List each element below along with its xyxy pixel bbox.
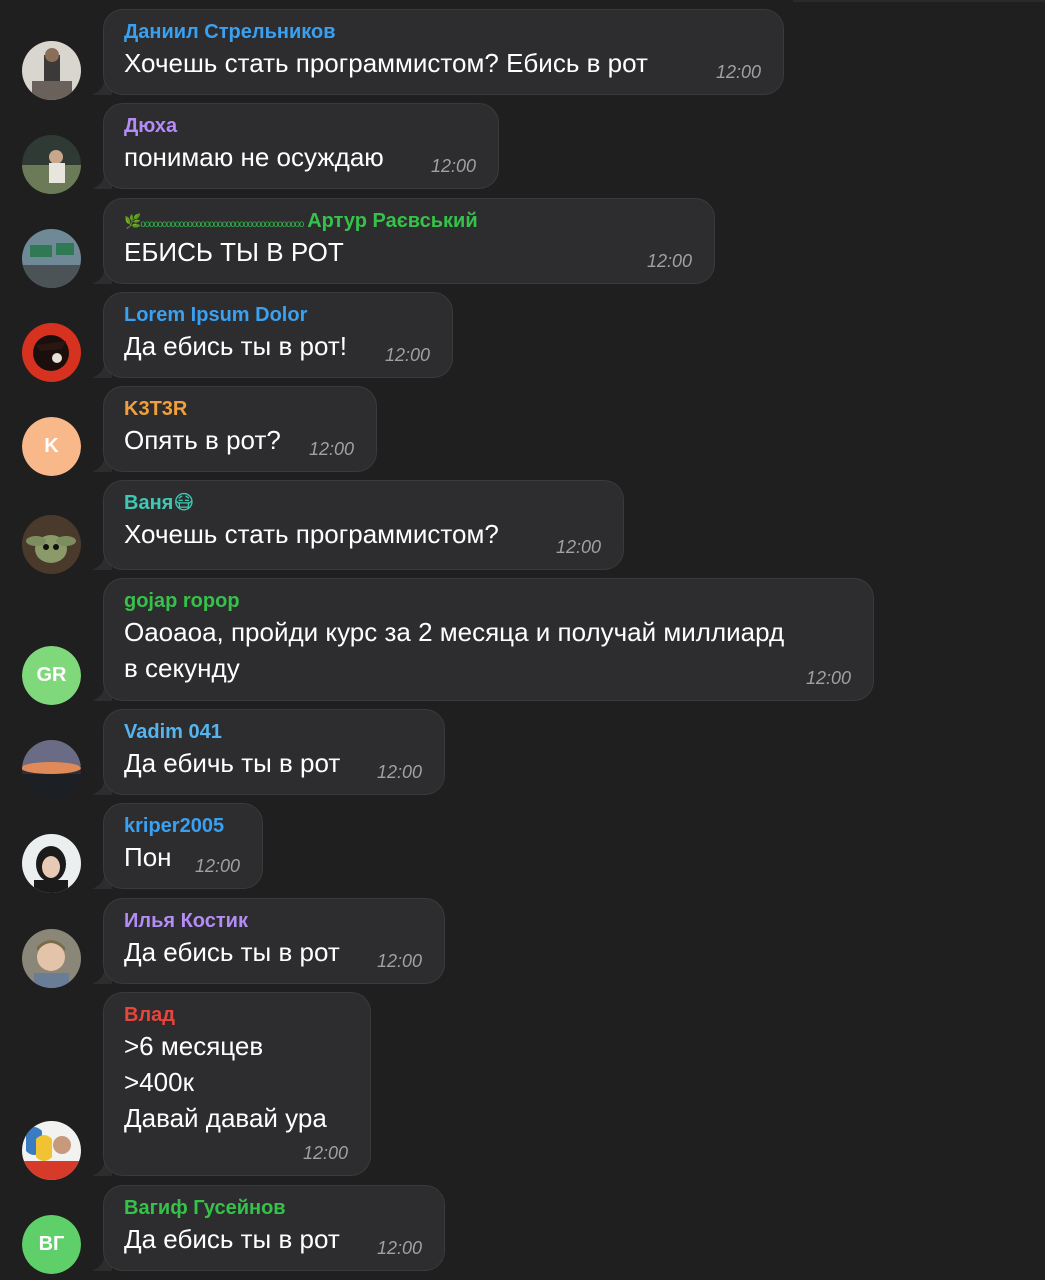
sender-name[interactable]: Ваня😷: [124, 492, 194, 514]
avatar-initials: GR: [22, 646, 81, 705]
message-timestamp: 12:00: [430, 156, 476, 176]
sender-name[interactable]: Влад: [124, 1004, 175, 1026]
avatar-photo: [22, 229, 81, 288]
avatar-photo: [22, 740, 81, 799]
message-timestamp: 12:00: [384, 345, 430, 365]
avatar[interactable]: K: [22, 417, 81, 476]
avatar-photo: [22, 323, 81, 382]
sender-row: gojap ropop: [124, 590, 853, 612]
sender-name[interactable]: gojap ropop: [124, 590, 240, 612]
sender-row: Vadim 041: [124, 721, 424, 743]
message-11-bubble[interactable]: Влад >6 месяцев >400к Давай давай ура 12:00: [103, 992, 371, 1176]
message-timestamp: 12:00: [308, 439, 354, 459]
sender-row: kriper2005: [124, 815, 242, 837]
message-text: Оаоаоа, пройди курс за 2 месяца и получа…: [124, 617, 785, 647]
message-timestamp: 12:00: [376, 951, 422, 971]
chat-view: Даниил Стрельников Хочешь стать программи…: [0, 0, 1045, 1280]
avatar-photo: [22, 135, 81, 194]
sender-row: Lorem Ipsum Dolor: [124, 304, 432, 326]
message-timestamp: 12:00: [376, 1238, 422, 1258]
message-9-bubble[interactable]: kriper2005 Пон 12:00: [103, 803, 263, 889]
message-timestamp: 12:00: [555, 537, 601, 557]
sender-name[interactable]: kriper2005: [124, 815, 224, 837]
message-timestamp: 12:00: [302, 1143, 348, 1163]
sender-name[interactable]: Илья Костик: [124, 910, 248, 932]
avatar[interactable]: [22, 740, 81, 799]
message-timestamp: 12:00: [376, 762, 422, 782]
sender-row: 🌿ₒₒₒₒₒₒₒₒₒₒₒₒₒₒₒₒₒₒₒₒₒₒₒₒₒₒₒₒₒₒₒₒₒₒₒₒₒₒ А…: [124, 210, 694, 232]
message-10-bubble[interactable]: Илья Костик Да ебись ты в рот 12:00: [103, 898, 445, 984]
message-1-bubble[interactable]: Даниил Стрельников Хочешь стать программи…: [103, 9, 784, 95]
message-3-bubble[interactable]: 🌿ₒₒₒₒₒₒₒₒₒₒₒₒₒₒₒₒₒₒₒₒₒₒₒₒₒₒₒₒₒₒₒₒₒₒₒₒₒₒ А…: [103, 198, 715, 284]
message-timestamp: 12:00: [805, 668, 851, 688]
avatar[interactable]: [22, 41, 81, 100]
sender-name[interactable]: K3T3R: [124, 398, 187, 420]
avatar-photo: [22, 41, 81, 100]
avatar-initials: ВГ: [22, 1215, 81, 1274]
sender-name[interactable]: Вагиф Гусейнов: [124, 1197, 286, 1219]
sender-name[interactable]: Даниил Стрельников: [124, 21, 336, 43]
avatar-photo: [22, 929, 81, 988]
sender-name-ornament: 🌿ₒₒₒₒₒₒₒₒₒₒₒₒₒₒₒₒₒₒₒₒₒₒₒₒₒₒₒₒₒₒₒₒₒₒₒₒₒₒ: [124, 212, 304, 229]
sender-name[interactable]: Vadim 041: [124, 721, 222, 743]
message-12-bubble[interactable]: Вагиф Гусейнов Да ебись ты в рот 12:00: [103, 1185, 445, 1271]
sender-row: K3T3R: [124, 398, 356, 420]
sender-row: Вагиф Гусейнов: [124, 1197, 424, 1219]
avatar[interactable]: GR: [22, 646, 81, 705]
avatar[interactable]: [22, 135, 81, 194]
avatar-photo: [22, 515, 81, 574]
sender-row: Илья Костик: [124, 910, 424, 932]
message-7-bubble[interactable]: gojap ropop Оаоаоа, пройди курс за 2 меся…: [103, 578, 874, 701]
avatar[interactable]: [22, 929, 81, 988]
message-4-bubble[interactable]: Lorem Ipsum Dolor Да ебись ты в рот! 12:00: [103, 292, 453, 378]
message-text: Давай давай ура: [124, 1103, 327, 1133]
sender-row: Дюха: [124, 115, 478, 137]
message-text: ЕБИСЬ ТЫ В РОТ: [124, 237, 344, 267]
top-divider: [793, 0, 1045, 2]
message-timestamp: 12:00: [715, 62, 761, 82]
avatar-photo: [22, 1121, 81, 1180]
avatar[interactable]: [22, 1121, 81, 1180]
avatar[interactable]: [22, 323, 81, 382]
avatar-photo: [22, 834, 81, 893]
message-text: Хочешь стать программистом? Ебись в рот: [124, 48, 648, 78]
avatar[interactable]: [22, 515, 81, 574]
message-5-bubble[interactable]: K3T3R Опять в рот? 12:00: [103, 386, 377, 472]
message-text: понимаю не осуждаю: [124, 142, 384, 172]
sender-name[interactable]: Артур Раєвський: [307, 210, 477, 232]
message-text: в секунду: [124, 653, 240, 683]
message-text: >6 месяцев: [124, 1031, 264, 1061]
message-8-bubble[interactable]: Vadim 041 Да ебичь ты в рот 12:00: [103, 709, 445, 795]
message-text: Хочешь стать программистом?: [124, 519, 499, 549]
message-timestamp: 12:00: [646, 251, 692, 271]
sender-row: Влад: [124, 1004, 350, 1026]
message-timestamp: 12:00: [194, 856, 240, 876]
sender-name[interactable]: Lorem Ipsum Dolor: [124, 304, 307, 326]
message-text: >400к: [124, 1067, 194, 1097]
avatar[interactable]: [22, 229, 81, 288]
sender-name[interactable]: Дюха: [124, 115, 177, 137]
message-6-bubble[interactable]: Ваня😷 Хочешь стать программистом? 12:00: [103, 480, 624, 570]
avatar-initials: K: [22, 417, 81, 476]
avatar[interactable]: [22, 834, 81, 893]
message-2-bubble[interactable]: Дюха понимаю не осуждаю 12:00: [103, 103, 499, 189]
avatar[interactable]: ВГ: [22, 1215, 81, 1274]
sender-row: Ваня😷: [124, 492, 603, 514]
sender-row: Даниил Стрельников: [124, 21, 763, 43]
